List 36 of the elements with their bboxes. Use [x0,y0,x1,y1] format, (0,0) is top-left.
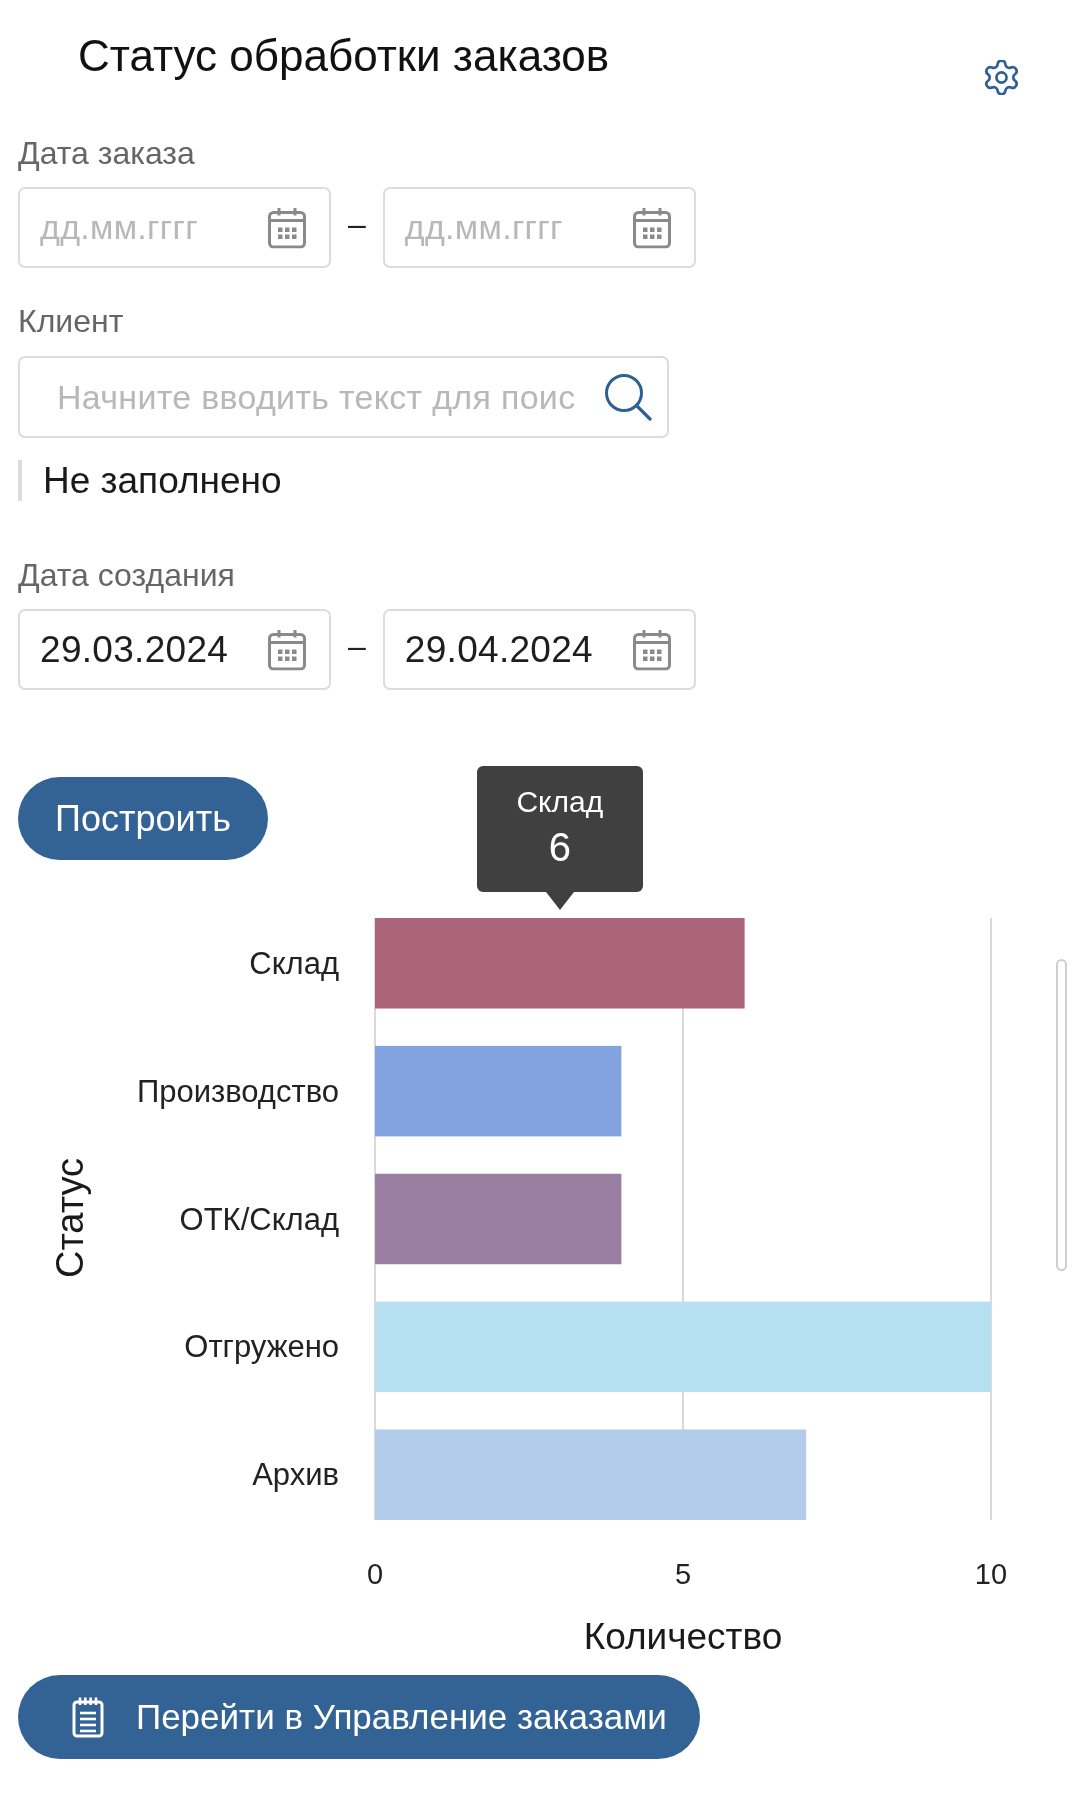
field-label: Дата создания [18,557,235,593]
tick-label: 5 [674,1558,692,1590]
calendar-icon[interactable] [268,629,306,670]
tick-label: 10 [974,1558,1008,1590]
page-title: Статус обработки заказов [78,30,610,82]
client-value: Не заполнено [18,460,282,501]
notepad-icon [72,1696,104,1738]
date-field[interactable]: 29.04.2024 [382,609,696,690]
calendar-icon[interactable] [268,207,306,248]
date-field[interactable]: дд.мм.гггг [382,187,696,268]
order-management-button[interactable]: Перейти в Управление заказами [18,1675,700,1759]
category-label: Склад [249,945,339,981]
category-label: Архив [252,1457,339,1493]
bar[interactable] [375,1045,622,1137]
tick-label: 0 [366,1558,384,1590]
search-field[interactable]: Начните вводить текст для поис [18,356,669,438]
axis-title: Количество [583,1615,783,1657]
bar[interactable] [375,1173,622,1265]
build-button[interactable]: Построить [18,777,268,860]
scrollbar[interactable] [1056,959,1067,1271]
calendar-icon[interactable] [632,207,671,248]
range-dash: – [348,204,366,244]
field-label: Дата заказа [18,135,195,171]
search-icon[interactable] [604,373,652,421]
tooltip-value: 6 [548,824,571,870]
category-label: Производство [136,1073,339,1109]
date-field[interactable]: дд.мм.гггг [18,187,331,268]
settings-icon[interactable] [984,60,1019,95]
field-label: Клиент [18,303,124,339]
axis-title: Статус [49,1157,91,1279]
category-label: Отгружено [184,1329,339,1365]
category-label: ОТК/Склад [179,1201,339,1237]
date-field[interactable]: 29.03.2024 [18,609,331,690]
calendar-icon[interactable] [632,629,671,670]
range-dash: – [348,626,366,666]
tooltip-label: Склад [516,784,604,820]
